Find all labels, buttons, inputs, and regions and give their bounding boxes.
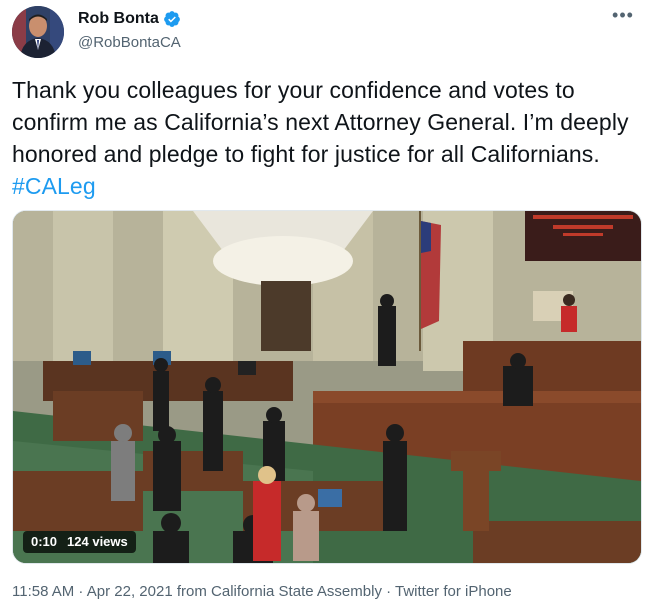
video-info-badge: 0:10 124 views bbox=[23, 531, 136, 553]
video-player[interactable]: 0:10 124 views bbox=[12, 210, 642, 564]
video-views: 124 views bbox=[67, 534, 128, 549]
tweet-body: Thank you colleagues for your confidence… bbox=[12, 77, 629, 167]
tweet-client[interactable]: Twitter for iPhone bbox=[395, 583, 512, 600]
tweet-time[interactable]: 11:58 AM bbox=[12, 583, 74, 600]
tweet-date[interactable]: Apr 22, 2021 bbox=[87, 583, 173, 600]
display-name[interactable]: Rob Bonta bbox=[78, 10, 159, 28]
display-name-row: Rob Bonta bbox=[78, 8, 181, 30]
hashtag-link[interactable]: #CALeg bbox=[12, 173, 96, 199]
tweet-text: Thank you colleagues for your confidence… bbox=[12, 74, 638, 202]
avatar[interactable] bbox=[12, 6, 64, 58]
video-elapsed: 0:10 bbox=[31, 534, 58, 549]
author-names: Rob Bonta @RobBontaCA bbox=[78, 8, 181, 51]
verified-badge-icon bbox=[163, 10, 181, 28]
meta-separator: · bbox=[74, 583, 87, 600]
tweet-metadata: 11:58 AM · Apr 22, 2021 from California … bbox=[12, 583, 512, 600]
tweet-source: from California State Assembly bbox=[176, 583, 382, 600]
meta-separator-2: · bbox=[381, 583, 395, 600]
more-options-icon[interactable]: ••• bbox=[608, 6, 638, 28]
avatar-image bbox=[12, 6, 64, 58]
video-thumbnail bbox=[13, 211, 641, 563]
tweet-header: Rob Bonta @RobBontaCA ••• bbox=[12, 4, 638, 60]
user-handle[interactable]: @RobBontaCA bbox=[78, 34, 181, 51]
